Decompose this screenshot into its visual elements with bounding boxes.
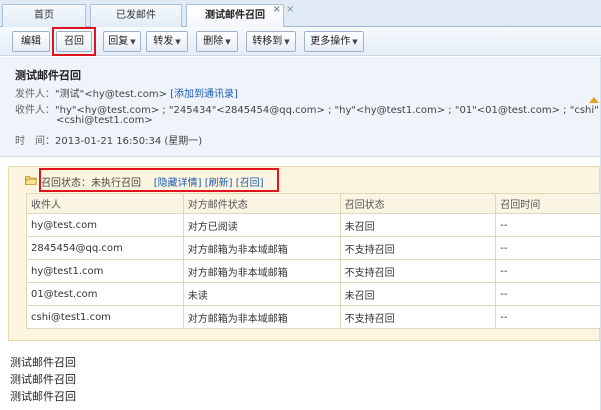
tab-current-mail[interactable]: 测试邮件召回 × bbox=[186, 4, 284, 28]
tab-sent-mail[interactable]: 已发邮件 bbox=[90, 4, 182, 27]
to-row: 收件人："hy"<hy@test.com> ; "245434"<2845454… bbox=[15, 101, 599, 116]
tab-current-mail-label: 测试邮件召回 bbox=[205, 10, 265, 21]
cell-recipient: 2845454@qq.com bbox=[26, 236, 184, 260]
chevron-down-icon: ▼ bbox=[130, 38, 136, 46]
move-to-button[interactable]: 转移到 ▼ bbox=[246, 31, 296, 52]
more-actions-button-label: 更多操作 bbox=[310, 36, 351, 47]
cell-mail-status: 对方邮箱为非本域邮箱 bbox=[182, 236, 341, 260]
cell-recall-time: -- bbox=[495, 236, 601, 260]
forward-button-label: 转发 bbox=[153, 36, 174, 47]
time-value: 2013-01-21 16:50:34 (星期一) bbox=[55, 136, 203, 147]
from-label: 发件人： bbox=[15, 89, 55, 100]
recall-status-panel: 召回状态：未执行召回 [隐藏详情] [刷新] [召回] 收件人 对方邮件状态 召… bbox=[8, 166, 601, 341]
chevron-down-icon: ▼ bbox=[225, 38, 231, 46]
recall-details-table: 收件人 对方邮件状态 召回状态 召回时间 hy@test.com 对方已阅读 未… bbox=[26, 193, 601, 329]
tab-home[interactable]: 首页 bbox=[2, 4, 86, 27]
time-label: 时 间： bbox=[15, 136, 55, 147]
column-header-recipient: 收件人 bbox=[26, 193, 184, 214]
cell-recall-time: -- bbox=[495, 259, 601, 283]
cell-mail-status: 对方邮箱为非本域邮箱 bbox=[182, 305, 341, 329]
to-row-continued: <cshi@test1.com> bbox=[56, 115, 153, 126]
from-value: "测试"<hy@test.com> bbox=[55, 89, 167, 100]
table-header-row: 收件人 对方邮件状态 召回状态 召回时间 bbox=[26, 193, 601, 214]
tab-bar: 首页 已发邮件 测试邮件召回 × × bbox=[0, 0, 601, 28]
cell-recall-time: -- bbox=[495, 282, 601, 306]
chevron-down-icon: ▼ bbox=[175, 38, 181, 46]
close-icon[interactable]: × bbox=[273, 0, 281, 21]
cell-recall-status: 不支持召回 bbox=[339, 305, 497, 329]
add-to-contacts-link[interactable]: [添加到通讯录] bbox=[170, 89, 238, 100]
chevron-down-icon: ▼ bbox=[284, 38, 290, 46]
column-header-mail-status: 对方邮件状态 bbox=[182, 193, 341, 214]
cell-recall-status: 不支持召回 bbox=[339, 236, 497, 260]
table-row: 2845454@qq.com 对方邮箱为非本域邮箱 不支持召回 -- bbox=[26, 236, 601, 260]
cell-recipient: hy@test1.com bbox=[26, 259, 184, 283]
reply-button[interactable]: 回复 ▼ bbox=[103, 31, 141, 52]
from-row: 发件人："测试"<hy@test.com> [添加到通讯录] bbox=[15, 85, 238, 100]
forward-button[interactable]: 转发 ▼ bbox=[146, 31, 188, 52]
chevron-down-icon: ▼ bbox=[352, 38, 358, 46]
edit-button[interactable]: 编辑 bbox=[12, 31, 50, 52]
reply-button-label: 回复 bbox=[108, 36, 129, 47]
move-to-button-label: 转移到 bbox=[252, 36, 283, 47]
cell-recall-time: -- bbox=[495, 213, 601, 237]
tab-sent-mail-label: 已发邮件 bbox=[116, 10, 156, 21]
mail-body-line: 测试邮件召回 bbox=[10, 390, 76, 403]
cell-recall-status: 未召回 bbox=[339, 213, 497, 237]
close-tab-icon[interactable]: × bbox=[286, 4, 294, 15]
cell-mail-status: 对方邮箱为非本域邮箱 bbox=[182, 259, 341, 283]
cell-mail-status: 未读 bbox=[182, 282, 341, 306]
column-header-recall-time: 召回时间 bbox=[495, 193, 601, 214]
recall-status-highlight bbox=[39, 168, 279, 192]
cell-recipient: 01@test.com bbox=[26, 282, 184, 306]
table-row: hy@test.com 对方已阅读 未召回 -- bbox=[26, 213, 601, 237]
cell-mail-status: 对方已阅读 bbox=[182, 213, 341, 237]
cell-recipient: hy@test.com bbox=[26, 213, 184, 237]
to-label: 收件人： bbox=[15, 105, 55, 116]
recall-button-highlight bbox=[52, 27, 96, 56]
cell-recall-time: -- bbox=[495, 305, 601, 329]
edit-button-label: 编辑 bbox=[21, 36, 41, 47]
folder-icon bbox=[25, 176, 37, 185]
time-row: 时 间：2013-01-21 16:50:34 (星期一) bbox=[15, 132, 202, 147]
delete-button-label: 删除 bbox=[203, 36, 224, 47]
table-row: 01@test.com 未读 未召回 -- bbox=[26, 282, 601, 306]
collapse-header-icon[interactable] bbox=[589, 97, 599, 103]
more-actions-button[interactable]: 更多操作 ▼ bbox=[304, 31, 364, 52]
column-header-recall-status: 召回状态 bbox=[339, 193, 497, 214]
table-row: cshi@test1.com 对方邮箱为非本域邮箱 不支持召回 -- bbox=[26, 305, 601, 329]
tab-home-label: 首页 bbox=[34, 10, 54, 21]
cell-recipient: cshi@test1.com bbox=[26, 305, 184, 329]
mail-body-line: 测试邮件召回 bbox=[10, 356, 76, 369]
mail-body-line: 测试邮件召回 bbox=[10, 373, 76, 386]
cell-recall-status: 不支持召回 bbox=[339, 259, 497, 283]
cell-recall-status: 未召回 bbox=[339, 282, 497, 306]
mail-subject: 测试邮件召回 bbox=[15, 69, 81, 82]
table-row: hy@test1.com 对方邮箱为非本域邮箱 不支持召回 -- bbox=[26, 259, 601, 283]
to-value-continued: <cshi@test1.com> bbox=[56, 115, 153, 126]
mail-header: 测试邮件召回 发件人："测试"<hy@test.com> [添加到通讯录] 收件… bbox=[0, 57, 601, 157]
delete-button[interactable]: 删除 ▼ bbox=[196, 31, 238, 52]
